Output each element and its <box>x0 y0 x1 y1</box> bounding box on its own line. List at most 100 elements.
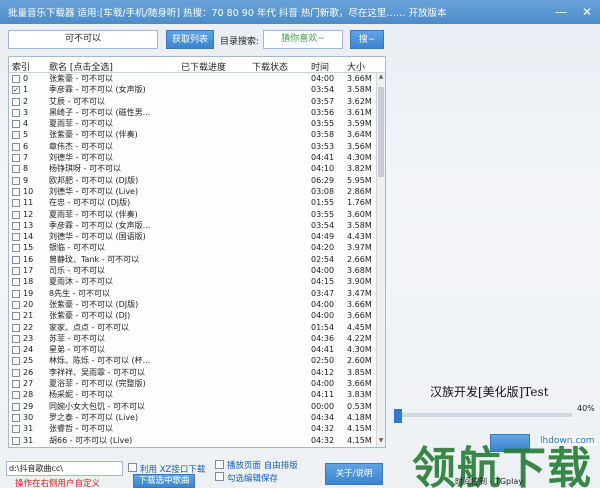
row-checkbox[interactable] <box>12 210 20 219</box>
row-time: 01:55 <box>311 198 335 208</box>
row-time: 03:08 <box>311 186 335 196</box>
row-checkbox[interactable] <box>12 221 20 230</box>
table-row[interactable]: 2 艾辰 - 可不可以 03:57 3.62M <box>9 96 385 107</box>
table-row[interactable]: 23 苏菲 - 可不可以 04:36 4.22M <box>9 333 385 344</box>
table-row[interactable]: ✓ 1 季彦霖 - 可不可以 (女声版) 03:54 3.58M <box>9 84 385 95</box>
table-row[interactable]: 14 刘德华 - 可不可以 (国语版) 04:49 4.43M <box>9 231 385 242</box>
row-checkbox[interactable] <box>12 413 20 422</box>
row-checkbox[interactable] <box>12 323 20 332</box>
table-row[interactable]: 5 张紫豪 - 可不可以 (伴奏) 03:58 3.64M <box>9 129 385 140</box>
row-checkbox[interactable]: ✓ <box>12 86 20 95</box>
table-row[interactable]: 21 张紫豪 - 可不可以 (DJ) 04:00 3.66M <box>9 310 385 321</box>
table-row[interactable]: 29 同婉小女大包饥 - 可不可以 00:00 0.53M <box>9 401 385 412</box>
search-button[interactable]: 搜~ <box>350 30 384 49</box>
play-page-checkbox[interactable] <box>215 460 224 469</box>
row-checkbox[interactable] <box>12 244 20 253</box>
table-row[interactable]: 12 夏雨菲 - 可不可以 (伴奏) 03:55 3.60M <box>9 209 385 220</box>
about-button[interactable]: 关于/说明 <box>325 463 383 485</box>
row-checkbox[interactable] <box>12 120 20 129</box>
table-row[interactable]: 11 在忠 - 可不可以 (DJ版) 01:55 1.76M <box>9 197 385 208</box>
table-row[interactable]: 13 季彦霖 - 可不可以 (女声版... 03:54 3.58M <box>9 220 385 231</box>
row-checkbox[interactable] <box>12 255 20 264</box>
table-row[interactable]: 0 张紫豪 - 可不可以 04:00 3.66M <box>9 73 385 84</box>
table-row[interactable]: 15 银临 - 可不可以 04:20 3.97M <box>9 242 385 253</box>
row-size: 0.53M <box>347 401 372 411</box>
row-time: 04:00 <box>311 379 335 389</box>
row-index: 8 <box>23 164 29 174</box>
table-row[interactable]: 17 司乐 - 可不可以 04:00 3.68M <box>9 265 385 276</box>
row-checkbox[interactable] <box>12 289 20 298</box>
scrollbar-thumb[interactable] <box>378 87 384 177</box>
table-row[interactable]: 25 林烁、陈烁 - 可不可以 (杯... 02:50 2.60M <box>9 355 385 366</box>
row-checkbox[interactable] <box>12 278 20 287</box>
table-row[interactable]: 22 家家、点点 - 可不可以 01:54 4.45M <box>9 322 385 333</box>
table-row[interactable]: 10 刘德华 - 可不可以 (Live) 03:08 2.86M <box>9 186 385 197</box>
table-row[interactable]: 7 刘德华 - 可不可以 04:41 4.30M <box>9 152 385 163</box>
minimize-button[interactable]: — <box>548 0 574 24</box>
row-checkbox[interactable] <box>12 154 20 163</box>
download-selected-button[interactable]: 下载选中歌曲 <box>133 474 195 488</box>
dir-search-input[interactable]: 猜你喜欢~ <box>263 30 343 49</box>
save-path-input[interactable]: d:\抖音歌曲cc\ <box>6 461 123 476</box>
table-row[interactable]: 20 张紫豪 - 可不可以 (DJ版) 04:00 3.66M <box>9 299 385 310</box>
table-row[interactable]: 16 曾静玟、Tank - 可不可以 02:54 2.66M <box>9 254 385 265</box>
row-checkbox[interactable] <box>12 425 20 434</box>
table-row[interactable]: 6 章伟杰 - 可不可以 03:53 3.56M <box>9 141 385 152</box>
row-checkbox[interactable] <box>12 267 20 276</box>
table-row[interactable]: 18 夏雨沐 - 可不可以 04:15 3.90M <box>9 276 385 287</box>
row-checkbox[interactable] <box>12 199 20 208</box>
header-name-select-all[interactable]: 歌名 [点击全选] <box>49 60 113 73</box>
row-checkbox[interactable] <box>12 97 20 106</box>
scroll-down-icon[interactable]: ▼ <box>377 437 385 447</box>
fetch-list-button[interactable]: 获取列表 <box>166 30 214 49</box>
table-row[interactable]: 28 杨采妮 - 可不可以 04:11 3.83M <box>9 389 385 400</box>
row-checkbox[interactable] <box>12 368 20 377</box>
table-row[interactable]: 4 夏雨菲 - 可不可以 03:55 3.59M <box>9 118 385 129</box>
table-row[interactable]: 8 杨铮琪呀 - 可不可以 04:10 3.82M <box>9 163 385 174</box>
row-size: 4.30M <box>347 153 372 163</box>
table-row[interactable]: 9 欧邦肥 - 可不可以 (DJ版) 06:29 5.95M <box>9 175 385 186</box>
table-row[interactable]: 30 罗之泰 - 可不可以 (Live) 04:34 4.18M <box>9 412 385 423</box>
volume-thumb[interactable] <box>394 409 402 423</box>
search-input[interactable]: 可不可以 <box>8 30 158 49</box>
table-row[interactable]: 31 胡66 - 可不可以 (Live) 04:32 4.15M <box>9 435 385 446</box>
row-checkbox[interactable] <box>12 176 20 185</box>
row-checkbox[interactable] <box>12 108 20 117</box>
song-list[interactable]: 索引 歌名 [点击全选] 已下载进度 下载状态 时间 大小 0 张紫豪 - 可不可… <box>8 56 386 448</box>
table-row[interactable]: 24 星弟 - 可不可以 04:41 4.30M <box>9 344 385 355</box>
row-checkbox[interactable] <box>12 391 20 400</box>
volume-slider[interactable] <box>396 413 572 417</box>
select-save-checkbox[interactable] <box>215 472 224 481</box>
scroll-up-icon[interactable]: ▲ <box>377 73 385 83</box>
row-index: 28 <box>23 390 34 400</box>
row-checkbox[interactable] <box>12 357 20 366</box>
row-checkbox[interactable] <box>12 131 20 140</box>
row-checkbox[interactable] <box>12 75 20 83</box>
row-size: 4.45M <box>347 322 372 332</box>
row-checkbox[interactable] <box>12 142 20 151</box>
row-checkbox[interactable] <box>12 300 20 309</box>
close-button[interactable]: ✕ <box>574 0 600 24</box>
row-checkbox[interactable] <box>12 380 20 389</box>
row-checkbox[interactable] <box>12 334 20 343</box>
row-checkbox[interactable] <box>12 187 20 196</box>
row-checkbox[interactable] <box>12 233 20 242</box>
row-time: 03:55 <box>311 119 335 129</box>
row-size: 3.66M <box>347 379 372 389</box>
row-checkbox[interactable] <box>12 312 20 321</box>
row-size: 3.64M <box>347 130 372 140</box>
list-scrollbar[interactable]: ▲ ▼ <box>376 73 385 447</box>
row-checkbox[interactable] <box>12 436 20 445</box>
table-row[interactable]: 19 8先生 - 可不可以 03:47 3.47M <box>9 288 385 299</box>
row-checkbox[interactable] <box>12 402 20 411</box>
table-row[interactable]: 31 张睿哲 - 可不可以 04:32 4.15M <box>9 423 385 434</box>
row-checkbox[interactable] <box>12 165 20 174</box>
row-size: 3.90M <box>347 277 372 287</box>
row-song-name: 黑崎子 - 可不可以 (磁性男... <box>49 107 151 117</box>
use-xz-checkbox[interactable] <box>128 463 137 472</box>
table-row[interactable]: 3 黑崎子 - 可不可以 (磁性男... 03:56 3.61M <box>9 107 385 118</box>
table-row[interactable]: 26 李祥祥、吴雨霏 - 可不可以 04:12 3.85M <box>9 367 385 378</box>
row-index: 0 <box>23 74 29 83</box>
row-checkbox[interactable] <box>12 346 20 355</box>
table-row[interactable]: 27 夏浴菲 - 可不可以 (完整版) 04:00 3.66M <box>9 378 385 389</box>
